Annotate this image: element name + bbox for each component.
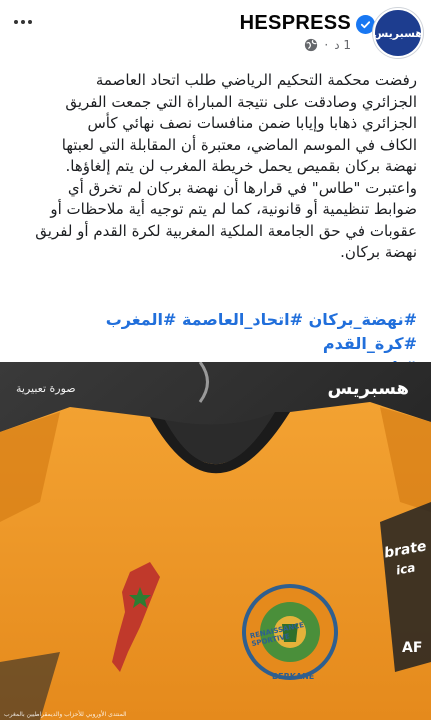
watermark-logo-text: هسبريس	[327, 378, 409, 399]
post-line: الجزائري ذهابا وإيابا ضمن منافسات نصف نه…	[87, 114, 417, 132]
post-line: عقوبات في حق الجامعة الملكية المغربية لك…	[35, 221, 417, 240]
crest-bottom-text: BERKANE	[272, 672, 315, 681]
hashtag-line[interactable]: #نهضة_بركان #اتحاد_العاصمة #المغرب #كرة_…	[12, 308, 417, 356]
post-time[interactable]: 1 د	[334, 38, 351, 52]
post-photo[interactable]: صورة تعبيرية هسبريس RENAISSANCE SPORTIVE…	[0, 362, 431, 720]
post-line: الكاف في الموسم الماضي، معتبرة أن المقاب…	[61, 135, 417, 154]
jersey-illustration	[0, 362, 431, 720]
post-line: نهضة بركان.	[340, 243, 417, 261]
more-options-button[interactable]	[8, 12, 38, 32]
post-header: HESPRESS 1 د · هسبريس	[0, 0, 431, 66]
post-line: نهضة بركان بقميص يحمل خريطة المغرب لن يت…	[65, 157, 417, 175]
footer-watermark: المنتدى الأوروبي للأحزاب والديمقراطيين ب…	[4, 711, 127, 718]
separator-dot: ·	[324, 38, 329, 52]
post-line: ضوابط تنظيمية أو قانونية، كما لم يتم توج…	[50, 200, 417, 218]
sleeve-text: AF	[402, 640, 423, 656]
post-body: رفضت محكمة التحكيم الرياضي طلب اتحاد الع…	[12, 70, 417, 264]
more-horizontal-icon-dot	[21, 20, 25, 24]
post-line: واعتبرت "طاس" في قرارها أن نهضة بركان لم…	[67, 178, 417, 197]
avatar-logo-text: هسبريس	[373, 26, 423, 40]
post-line: رفضت محكمة التحكيم الرياضي طلب اتحاد الع…	[95, 71, 417, 89]
globe-icon	[305, 38, 318, 52]
page-avatar[interactable]: هسبريس	[373, 8, 423, 58]
post-meta: 1 د ·	[304, 38, 351, 52]
page-name[interactable]: HESPRESS	[240, 12, 351, 35]
photo-caption-label: صورة تعبيرية	[16, 382, 76, 395]
more-horizontal-icon-dot	[28, 20, 32, 24]
hespress-watermark-logo: هسبريس	[327, 378, 409, 399]
post-line: الجزائري وصادقت على نتيجة المباراة التي …	[65, 92, 417, 111]
more-horizontal-icon	[14, 20, 18, 24]
